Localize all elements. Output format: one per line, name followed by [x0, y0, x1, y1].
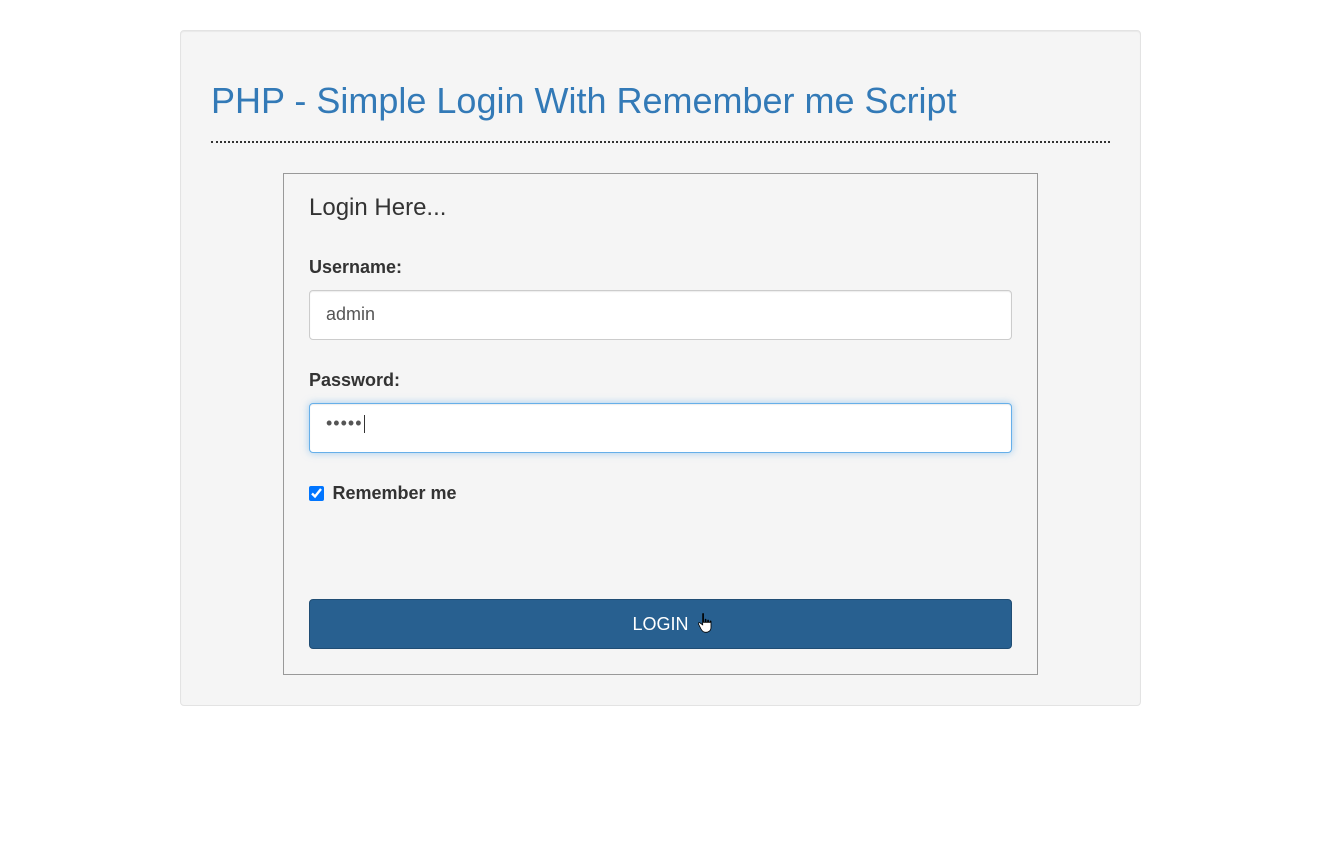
username-label: Username:: [309, 257, 1012, 278]
remember-label: Remember me: [332, 483, 456, 504]
main-panel: PHP - Simple Login With Remember me Scri…: [180, 30, 1141, 706]
remember-row: Remember me: [309, 483, 1012, 504]
page-title: PHP - Simple Login With Remember me Scri…: [211, 81, 1110, 121]
login-button-label: LOGIN: [632, 614, 688, 634]
username-input[interactable]: [309, 290, 1012, 340]
text-cursor: [364, 415, 365, 433]
remember-checkbox[interactable]: [309, 486, 324, 501]
login-heading: Login Here...: [309, 194, 1012, 222]
login-button[interactable]: LOGIN: [309, 599, 1012, 649]
password-label: Password:: [309, 370, 1012, 391]
password-value: •••••: [326, 413, 363, 433]
divider: [211, 141, 1110, 143]
login-box: Login Here... Username: Password: ••••• …: [283, 173, 1038, 675]
cursor-pointer-icon: [696, 610, 716, 638]
password-input[interactable]: •••••: [309, 403, 1012, 453]
